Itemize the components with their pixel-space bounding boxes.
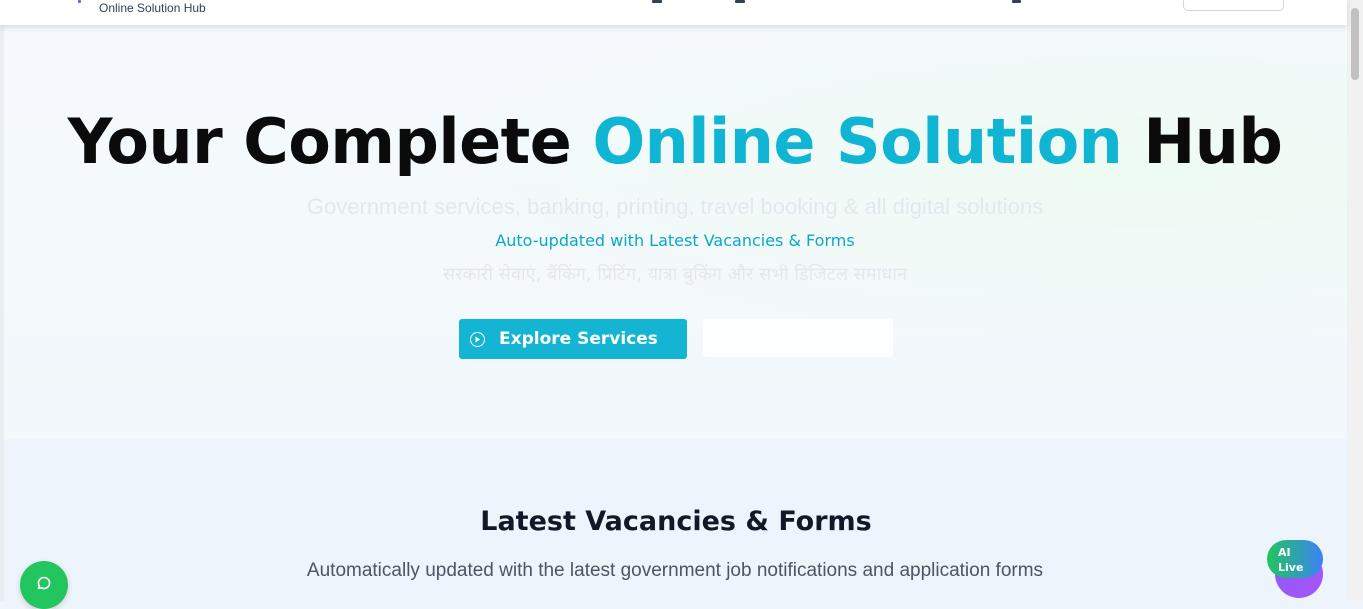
brand-subtitle[interactable]: Online Solution Hub bbox=[99, 1, 206, 15]
ai-live-badge[interactable]: AI Live bbox=[1267, 540, 1323, 578]
auto-update-note: Auto-updated with Latest Vacancies & For… bbox=[495, 231, 855, 250]
search-input[interactable] bbox=[1183, 0, 1284, 11]
live-label: Live bbox=[1278, 561, 1304, 574]
hero-title: Your Complete Online Solution Hub bbox=[0, 105, 1350, 178]
hero-title-part2: Hub bbox=[1122, 105, 1283, 178]
hero-subtitle: Government services, banking, printing, … bbox=[306, 194, 1044, 219]
nav-link[interactable] bbox=[652, 0, 662, 3]
hero-hindi-subtitle: सरकारी सेवाएं, बैंकिंग, प्रिंटिंग, यात्र… bbox=[443, 264, 907, 285]
explore-services-button[interactable]: Explore Services bbox=[459, 319, 687, 359]
hero-title-accent: Online Solution bbox=[592, 105, 1123, 178]
chat-button[interactable] bbox=[20, 561, 68, 609]
ai-label: AI bbox=[1278, 546, 1291, 559]
scrollbar-thumb[interactable] bbox=[1351, 8, 1359, 80]
logo-icon[interactable] bbox=[78, 0, 81, 3]
explore-services-label: Explore Services bbox=[499, 329, 658, 349]
page-scrollbar[interactable] bbox=[1347, 0, 1363, 601]
secondary-hero-button[interactable] bbox=[703, 319, 893, 357]
play-icon bbox=[470, 331, 486, 347]
nav-link[interactable] bbox=[735, 0, 745, 3]
chat-icon bbox=[36, 575, 52, 595]
site-header: Online Solution Hub bbox=[0, 0, 1347, 25]
vacancies-title: Latest Vacancies & Forms bbox=[480, 506, 872, 537]
vacancies-description: Automatically updated with the latest go… bbox=[306, 560, 1044, 581]
hero-title-part1: Your Complete bbox=[67, 105, 593, 178]
nav-link[interactable] bbox=[1012, 0, 1021, 3]
